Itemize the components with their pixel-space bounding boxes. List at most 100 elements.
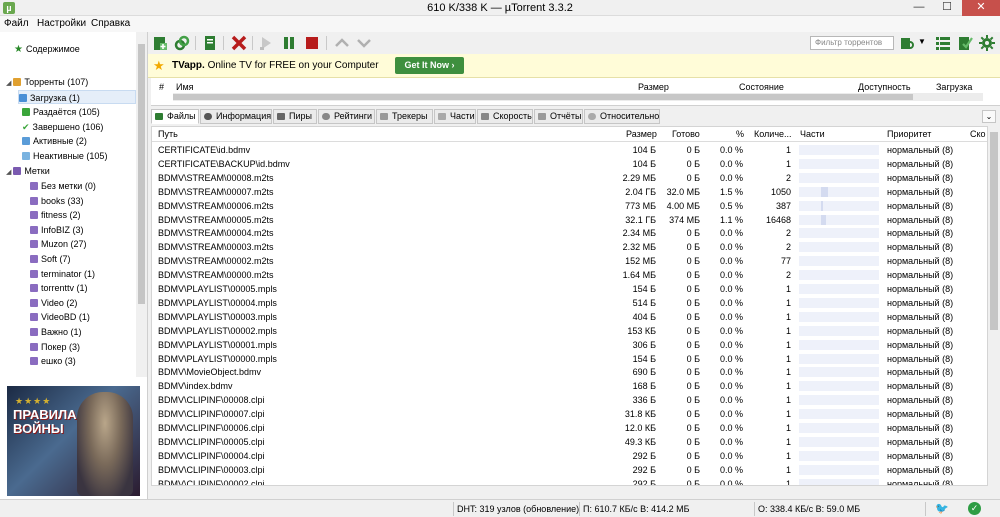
filter-input[interactable]: Фильтр торрентов — [810, 36, 894, 50]
move-down-icon[interactable] — [356, 35, 372, 51]
tab-pieces[interactable]: Части — [434, 109, 476, 124]
menu-help[interactable]: Справка — [91, 18, 130, 29]
search-torrent-icon[interactable] — [899, 35, 915, 51]
col-speed[interactable]: Ско — [970, 129, 986, 139]
torrent-col-availability[interactable]: Доступность — [858, 82, 911, 92]
network-ok-icon[interactable]: ✓ — [968, 502, 981, 515]
collapse-chevron-icon[interactable]: ⌄ — [982, 110, 996, 123]
torrent-col-size[interactable]: Размер — [638, 82, 669, 92]
pause-icon[interactable] — [281, 35, 297, 51]
tab-trackers[interactable]: Трекеры — [376, 109, 433, 124]
sidebar-item-label[interactable]: books (33) — [30, 194, 84, 208]
col-size[interactable]: Размер — [626, 129, 657, 139]
sidebar-item-label[interactable]: VideoBD (1) — [30, 310, 90, 324]
files-scrollbar[interactable] — [988, 126, 1000, 486]
table-row[interactable]: BDMV\STREAM\00002.m2ts 152 МБ 0 Б 0.0 % 77 но… — [152, 254, 987, 268]
sidebar-item-label[interactable]: terminator (1) — [30, 267, 95, 281]
gear-icon[interactable] — [979, 35, 995, 51]
tab-related[interactable]: Относительно — [584, 109, 660, 124]
sidebar-scrollbar-thumb[interactable] — [138, 44, 145, 304]
sidebar-item-torrents[interactable]: ◢ Торренты (107) — [6, 75, 88, 89]
table-row[interactable]: BDMV\CLIPINF\00002.clpi 292 Б 0 Б 0.0 % 1 нор… — [152, 477, 987, 485]
table-row[interactable]: BDMV\STREAM\00008.m2ts 2.29 МБ 0 Б 0.0 % 2 но… — [152, 171, 987, 185]
sidebar-item-label[interactable]: Без метки (0) — [30, 179, 96, 193]
col-percent[interactable]: % — [736, 129, 744, 139]
tab-info[interactable]: Информация — [200, 109, 272, 124]
sidebar-item-label[interactable]: fitness (2) — [30, 208, 81, 222]
tab-logs[interactable]: Отчёты — [534, 109, 583, 124]
status-download[interactable]: П: 610.7 КБ/с В: 414.2 МБ — [583, 504, 690, 514]
table-row[interactable]: BDMV\PLAYLIST\00001.mpls 306 Б 0 Б 0.0 % 1 но… — [152, 338, 987, 352]
sidebar-item-label[interactable]: Покер (3) — [30, 340, 80, 354]
torrent-col-number[interactable]: # — [159, 82, 164, 92]
status-upload[interactable]: О: 338.4 КБ/с В: 59.0 МБ — [758, 504, 860, 514]
sidebar-item-labels[interactable]: ◢ Метки — [6, 164, 50, 178]
list-view-icon[interactable] — [935, 35, 951, 51]
close-icon[interactable]: ✕ — [962, 0, 1000, 16]
sidebar-item-label[interactable]: Soft (7) — [30, 252, 71, 266]
sidebar-scrollbar[interactable] — [136, 32, 147, 377]
sidebar-item-label[interactable]: InfoBIZ (3) — [30, 223, 84, 237]
tab-files[interactable]: Файлы — [151, 109, 199, 124]
table-row[interactable]: BDMV\STREAM\00006.m2ts 773 МБ 4.00 МБ 0.5 %… — [152, 199, 987, 213]
get-it-now-button[interactable]: Get It Now › — [395, 57, 464, 74]
col-path[interactable]: Путь — [158, 129, 178, 139]
minimize-icon[interactable]: — — [905, 0, 933, 16]
table-row[interactable]: BDMV\CLIPINF\00008.clpi 336 Б 0 Б 0.0 % 1 нор… — [152, 393, 987, 407]
sidebar-item-completed[interactable]: ✔ Завершено (106) — [22, 120, 103, 134]
table-row[interactable]: BDMV\PLAYLIST\00003.mpls 404 Б 0 Б 0.0 % 1 но… — [152, 310, 987, 324]
start-icon[interactable] — [258, 35, 274, 51]
table-row[interactable]: BDMV\MovieObject.bdmv 690 Б 0 Б 0.0 % 1 норма… — [152, 365, 987, 379]
sidebar-ad-banner[interactable]: ★★★★ ПРАВИЛА ВОЙНЫ — [7, 386, 140, 496]
sidebar-item-content[interactable]: ★ Содержимое — [14, 42, 80, 56]
table-row[interactable]: BDMV\PLAYLIST\00004.mpls 514 Б 0 Б 0.0 % 1 но… — [152, 296, 987, 310]
table-row[interactable]: BDMV\CLIPINF\00004.clpi 292 Б 0 Б 0.0 % 1 нор… — [152, 449, 987, 463]
table-row[interactable]: BDMV\CLIPINF\00005.clpi 49.3 КБ 0 Б 0.0 % 1 н… — [152, 435, 987, 449]
table-row[interactable]: CERTIFICATE\id.bdmv 104 Б 0 Б 0.0 % 1 нормаль… — [152, 143, 987, 157]
sidebar-item-label[interactable]: torrenttv (1) — [30, 281, 88, 295]
tab-speed[interactable]: Скорость — [477, 109, 533, 124]
sidebar-item-inactive[interactable]: Неактивные (105) — [22, 149, 107, 163]
table-row[interactable]: CERTIFICATE\BACKUP\id.bdmv 104 Б 0 Б 0.0 % 1… — [152, 157, 987, 171]
table-row[interactable]: BDMV\STREAM\00005.m2ts 32.1 ГБ 374 МБ 1.1 %… — [152, 213, 987, 227]
col-done[interactable]: Готово — [672, 129, 700, 139]
torrent-list-scrollbar[interactable] — [173, 93, 983, 101]
table-row[interactable]: BDMV\index.bdmv 168 Б 0 Б 0.0 % 1 нормальный … — [152, 379, 987, 393]
sidebar-item-active[interactable]: Активные (2) — [22, 134, 87, 148]
move-up-icon[interactable] — [334, 35, 350, 51]
table-row[interactable]: BDMV\STREAM\00004.m2ts 2.34 МБ 0 Б 0.0 % 2 но… — [152, 226, 987, 240]
col-pieces[interactable]: Части — [800, 129, 825, 139]
sidebar-item-label[interactable]: Video (2) — [30, 296, 77, 310]
files-scrollbar-thumb[interactable] — [990, 132, 998, 330]
chevron-down-icon[interactable]: ▼ — [918, 37, 926, 46]
torrent-list-scrollbar-thumb[interactable] — [173, 94, 913, 100]
create-torrent-icon[interactable] — [202, 35, 218, 51]
status-dht[interactable]: DHT: 319 узлов (обновление) — [457, 504, 579, 514]
sidebar-item-label[interactable]: Muzon (27) — [30, 237, 87, 251]
stop-icon[interactable] — [304, 35, 320, 51]
table-row[interactable]: BDMV\STREAM\00007.m2ts 2.04 ГБ 32.0 МБ 1.5 … — [152, 185, 987, 199]
add-torrent-icon[interactable] — [152, 35, 168, 51]
sidebar-item-label[interactable]: ешко (3) — [30, 354, 76, 368]
twitter-icon[interactable]: 🐦 — [935, 502, 949, 515]
table-row[interactable]: BDMV\PLAYLIST\00005.mpls 154 Б 0 Б 0.0 % 1 но… — [152, 282, 987, 296]
table-row[interactable]: BDMV\STREAM\00000.m2ts 1.64 МБ 0 Б 0.0 % 2 но… — [152, 268, 987, 282]
remote-icon[interactable] — [957, 35, 973, 51]
torrent-col-name[interactable]: Имя — [176, 82, 194, 92]
sidebar-item-downloading[interactable]: Загрузка (1) — [18, 90, 136, 104]
table-row[interactable]: BDMV\CLIPINF\00003.clpi 292 Б 0 Б 0.0 % 1 нор… — [152, 463, 987, 477]
table-row[interactable]: BDMV\STREAM\00003.m2ts 2.32 МБ 0 Б 0.0 % 2 но… — [152, 240, 987, 254]
table-row[interactable]: BDMV\PLAYLIST\00002.mpls 153 КБ 0 Б 0.0 % 1 н… — [152, 324, 987, 338]
tab-ratings[interactable]: Рейтинги — [318, 109, 375, 124]
torrent-col-status[interactable]: Состояние — [739, 82, 784, 92]
menu-file[interactable]: Файл — [4, 18, 29, 29]
col-priority[interactable]: Приоритет — [887, 129, 931, 139]
table-row[interactable]: BDMV\CLIPINF\00007.clpi 31.8 КБ 0 Б 0.0 % 1 н… — [152, 407, 987, 421]
torrent-col-download[interactable]: Загрузка — [936, 82, 972, 92]
maximize-icon[interactable]: ☐ — [933, 0, 961, 16]
col-pieces-count[interactable]: Количе... — [754, 129, 792, 139]
table-row[interactable]: BDMV\PLAYLIST\00000.mpls 154 Б 0 Б 0.0 % 1 но… — [152, 352, 987, 366]
sidebar-item-label[interactable]: Важно (1) — [30, 325, 82, 339]
tab-peers[interactable]: Пиры — [273, 109, 317, 124]
menu-settings[interactable]: Настройки — [37, 18, 86, 29]
